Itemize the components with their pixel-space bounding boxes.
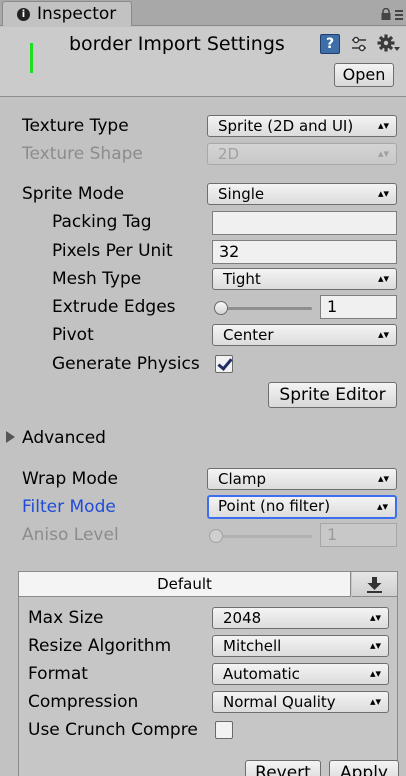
sprite-mode-label: Sprite Mode <box>22 184 125 204</box>
download-icon <box>367 577 382 593</box>
texture-shape-value: 2D <box>218 145 240 163</box>
pivot-value: Center <box>223 326 274 344</box>
dropdown-arrow-icon: ▴▾ <box>377 328 389 341</box>
help-icon[interactable]: ? <box>320 34 340 54</box>
advanced-foldout-label[interactable]: Advanced <box>22 428 106 448</box>
open-button[interactable]: Open <box>334 63 394 87</box>
pixels-per-unit-label: Pixels Per Unit <box>52 241 173 261</box>
use-crunch-checkbox[interactable] <box>215 721 233 739</box>
dropdown-arrow-icon: ▴▾ <box>369 611 381 624</box>
dropdown-arrow-icon: ▴▾ <box>376 500 388 513</box>
wrap-mode-dropdown[interactable]: Clamp ▴▾ <box>207 468 397 490</box>
advanced-foldout-icon[interactable] <box>6 431 15 443</box>
filter-mode-label: Filter Mode <box>22 497 116 517</box>
format-dropdown[interactable]: Automatic ▴▾ <box>212 663 389 685</box>
apply-button[interactable]: Apply <box>329 760 399 776</box>
sprite-mode-value: Single <box>218 185 265 203</box>
texture-type-dropdown[interactable]: Sprite (2D and UI) ▴▾ <box>207 115 397 137</box>
platform-settings-panel: Default Max Size 2048 ▴▾ Resize Algorithm… <box>18 571 398 776</box>
mesh-type-label: Mesh Type <box>52 269 142 289</box>
max-size-label: Max Size <box>28 608 104 628</box>
info-icon: i <box>17 8 30 21</box>
dropdown-arrow-icon: ▴▾ <box>377 147 389 160</box>
preset-icon[interactable] <box>350 35 368 53</box>
format-label: Format <box>28 664 88 684</box>
wrap-mode-value: Clamp <box>218 470 266 488</box>
compression-label: Compression <box>28 692 139 712</box>
dropdown-arrow-icon: ▴▾ <box>369 639 381 652</box>
mesh-type-value: Tight <box>223 270 261 288</box>
texture-shape-label: Texture Shape <box>22 144 143 164</box>
tab-label: Inspector <box>37 4 117 24</box>
use-crunch-label: Use Crunch Compre <box>28 720 198 740</box>
lock-icon[interactable] <box>380 8 392 20</box>
generate-physics-label: Generate Physics <box>52 354 200 374</box>
revert-button[interactable]: Revert <box>245 760 321 776</box>
dropdown-arrow-icon: ▴▾ <box>377 187 389 200</box>
texture-type-value: Sprite (2D and UI) <box>218 117 354 135</box>
generate-physics-checkbox[interactable] <box>215 355 233 373</box>
tab-default-platform[interactable]: Default <box>19 572 351 597</box>
format-value: Automatic <box>223 665 300 683</box>
menu-icon[interactable] <box>394 6 404 22</box>
tab-inspector[interactable]: i Inspector <box>2 1 132 26</box>
mesh-type-dropdown[interactable]: Tight ▴▾ <box>212 268 397 290</box>
aniso-level-slider-track <box>210 535 312 538</box>
max-size-value: 2048 <box>223 609 262 627</box>
sprite-editor-button[interactable]: Sprite Editor <box>268 382 397 408</box>
page-title: border Import Settings <box>69 33 285 55</box>
aniso-level-input: 1 <box>320 523 397 547</box>
filter-mode-value: Point (no filter) <box>218 497 331 515</box>
packing-tag-label: Packing Tag <box>52 212 152 232</box>
tab-bar: i Inspector <box>0 0 406 26</box>
texture-shape-dropdown: 2D ▴▾ <box>207 143 397 165</box>
dropdown-arrow-icon: ▴▾ <box>377 472 389 485</box>
aniso-level-slider-thumb <box>209 529 223 543</box>
pivot-dropdown[interactable]: Center ▴▾ <box>212 324 397 346</box>
compression-dropdown[interactable]: Normal Quality ▴▾ <box>212 691 389 713</box>
max-size-dropdown[interactable]: 2048 ▴▾ <box>212 607 389 629</box>
resize-algorithm-dropdown[interactable]: Mitchell ▴▾ <box>212 635 389 657</box>
platform-download-button[interactable] <box>352 572 397 597</box>
resize-algorithm-value: Mitchell <box>223 637 282 655</box>
extrude-edges-slider-thumb[interactable] <box>214 301 228 315</box>
aniso-level-label: Aniso Level <box>22 525 119 545</box>
inspector-header: border Import Settings ? Open <box>0 27 406 97</box>
resize-algorithm-label: Resize Algorithm <box>28 636 172 656</box>
extrude-edges-slider-track[interactable] <box>215 307 312 310</box>
extrude-edges-label: Extrude Edges <box>52 297 176 317</box>
extrude-edges-input[interactable]: 1 <box>320 295 397 319</box>
wrap-mode-label: Wrap Mode <box>22 469 118 489</box>
dropdown-arrow-icon: ▴▾ <box>377 272 389 285</box>
pixels-per-unit-input[interactable]: 32 <box>212 240 397 264</box>
dropdown-arrow-icon: ▴▾ <box>369 695 381 708</box>
gear-icon[interactable] <box>377 33 401 55</box>
asset-thumbnail <box>30 43 33 73</box>
texture-type-label: Texture Type <box>22 116 129 136</box>
filter-mode-dropdown[interactable]: Point (no filter) ▴▾ <box>207 495 397 519</box>
sprite-mode-dropdown[interactable]: Single ▴▾ <box>207 183 397 205</box>
pivot-label: Pivot <box>52 325 94 345</box>
packing-tag-input[interactable] <box>212 211 397 235</box>
dropdown-arrow-icon: ▴▾ <box>377 119 389 132</box>
compression-value: Normal Quality <box>223 693 336 711</box>
dropdown-arrow-icon: ▴▾ <box>369 667 381 680</box>
